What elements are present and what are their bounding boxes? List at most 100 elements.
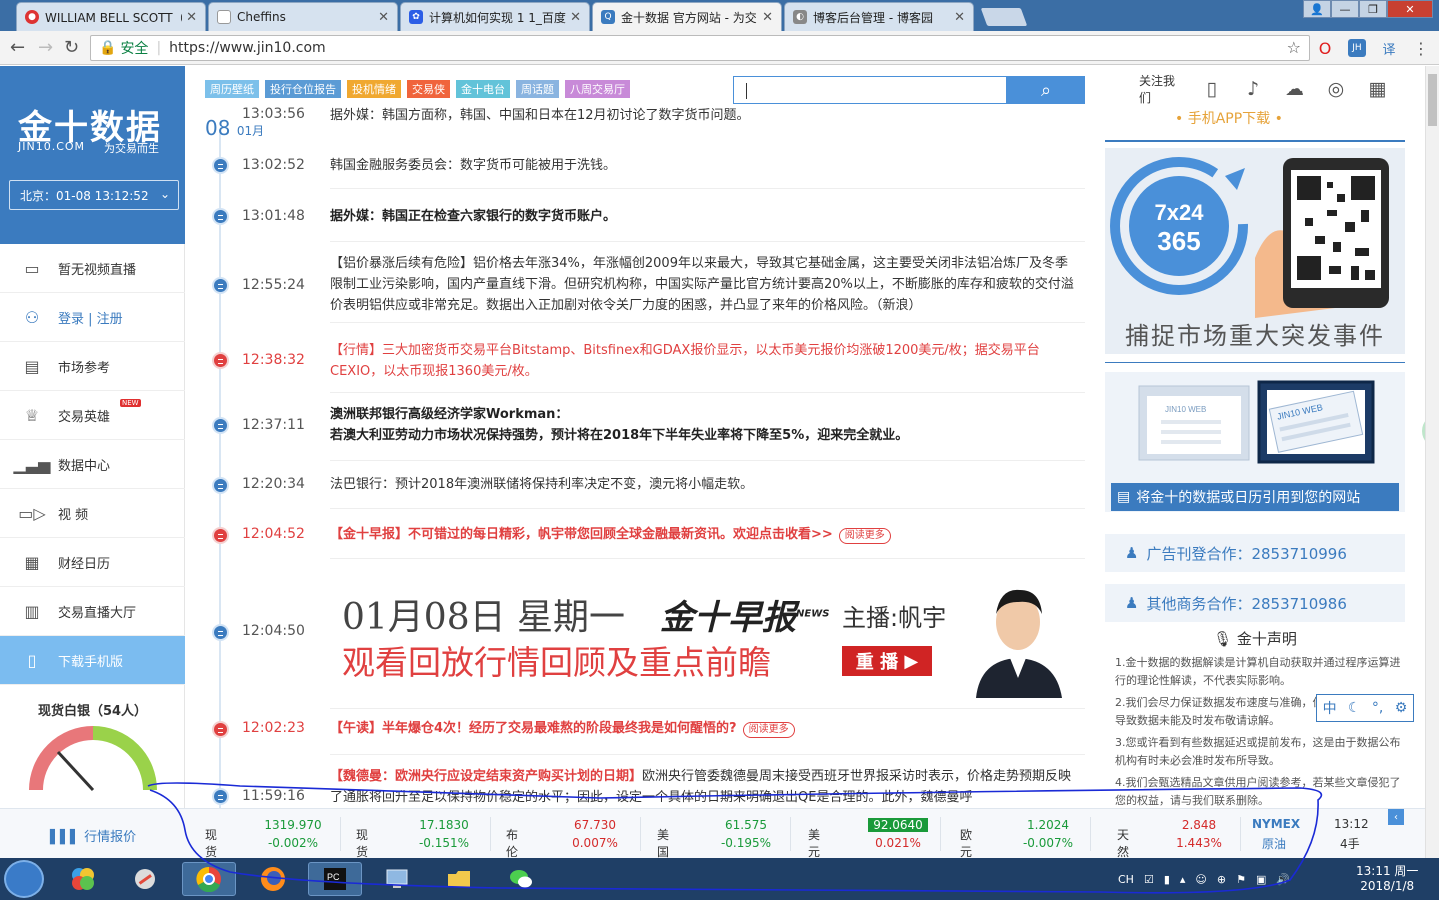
- page-scrollbar[interactable]: [1425, 66, 1439, 858]
- forward-arrow-icon[interactable]: →: [38, 37, 53, 58]
- weibo-icon[interactable]: ◎: [1322, 76, 1349, 102]
- window-controls: 👤 — ❐ ✕: [1303, 0, 1433, 18]
- close-tab-icon[interactable]: ✕: [186, 10, 197, 25]
- restore-icon[interactable]: ❐: [1359, 0, 1387, 18]
- tab-william-bell-scott[interactable]: ● WILLIAM BELL SCOTT（ ✕: [16, 2, 206, 31]
- tray-emoji-icon[interactable]: ☺: [1195, 873, 1206, 886]
- sidebar-item-download-mobile[interactable]: ▯ 下载手机版: [0, 636, 185, 685]
- baidu-paw-icon: ✿: [409, 10, 423, 24]
- sidebar-item-market-reference[interactable]: ▤ 市场参考: [0, 342, 185, 391]
- mobile-icon[interactable]: ▯: [1198, 76, 1225, 102]
- read-more-button[interactable]: 阅读更多: [742, 722, 795, 738]
- tools-app-icon[interactable]: [118, 862, 172, 896]
- tab-jin10[interactable]: Q 金十数据 官方网站 - 为交 ✕: [592, 2, 782, 31]
- color-ball-app-icon[interactable]: [56, 862, 110, 896]
- tray-show-hidden-icon[interactable]: ▴: [1180, 873, 1186, 886]
- chevron-left-icon[interactable]: ‹: [1388, 809, 1404, 825]
- embed-widget-panel[interactable]: JIN10 WEB JIN10 WEB ▤ 将金十的数据或日历引用到您的网站: [1105, 372, 1405, 512]
- news-dot-icon: [212, 417, 229, 434]
- news-dot-icon: [212, 527, 229, 544]
- business-cooperation[interactable]: ♟ 其他商务合作：2853710986: [1105, 584, 1405, 622]
- back-arrow-icon[interactable]: ←: [10, 37, 25, 58]
- window-close-icon[interactable]: ✕: [1387, 0, 1433, 18]
- tray-usb-icon[interactable]: ▮: [1164, 873, 1170, 886]
- scrollbar-thumb[interactable]: [1428, 74, 1437, 126]
- search-icon: ⌕: [1040, 79, 1052, 101]
- ime-language-indicator[interactable]: CH: [1118, 873, 1134, 886]
- kebab-menu-icon[interactable]: ⋮: [1412, 39, 1430, 58]
- search-input[interactable]: [733, 76, 1007, 104]
- timeline-line: [219, 130, 221, 808]
- tag-jin10-radio[interactable]: 金十电台: [456, 80, 510, 98]
- silver-sentiment-title: 现货白银（54人）: [37, 704, 148, 719]
- tray-volume-icon[interactable]: 🔊: [1276, 873, 1290, 886]
- live-chart-icon: ▥: [24, 601, 40, 621]
- tag-weekly-wallpaper[interactable]: 周历壁纸: [205, 80, 259, 98]
- tag-eight-week-hall[interactable]: 八周交易厅: [565, 80, 630, 98]
- chrome-app-icon[interactable]: [182, 862, 236, 896]
- close-tab-icon[interactable]: ✕: [762, 10, 773, 25]
- windows-start-icon[interactable]: [4, 860, 44, 898]
- tag-speculative-sentiment[interactable]: 投机情绪: [347, 80, 401, 98]
- ad-cooperation[interactable]: ♟ 广告刊登合作：2853710996: [1105, 534, 1405, 572]
- tag-trade-hero[interactable]: 交易侠: [407, 80, 450, 98]
- tag-bank-position-report[interactable]: 投行仓位报告: [265, 80, 341, 98]
- ime-toolbar[interactable]: 中 ☾ °, ⚙: [1316, 694, 1414, 722]
- new-tab-button[interactable]: [980, 8, 1028, 26]
- beijing-clock-select[interactable]: 北京：01-08 13:12:52 ⌄: [9, 180, 179, 210]
- bookmark-star-icon[interactable]: ☆: [1287, 38, 1301, 57]
- ime-chinese-mode[interactable]: 中: [1323, 698, 1337, 718]
- wechat-icon[interactable]: ☁: [1281, 76, 1308, 102]
- close-tab-icon[interactable]: ✕: [570, 10, 581, 25]
- settings-gear-icon[interactable]: ⚙: [1395, 700, 1408, 716]
- tray-flag-icon[interactable]: ⚑: [1236, 873, 1246, 886]
- replay-button[interactable]: 重 播 ▶: [842, 646, 932, 676]
- tab-cheffins[interactable]: Cheffins ✕: [208, 2, 398, 31]
- tab-baidu[interactable]: ✿ 计算机如何实现 1 1_百度 ✕: [400, 2, 590, 31]
- firefox-app-icon[interactable]: [246, 862, 300, 896]
- app-promo-panel[interactable]: 7x24 365 捕捉市场重大突发事件: [1105, 148, 1405, 354]
- sidebar-item-video[interactable]: ▭▷ 视 频: [0, 489, 185, 538]
- news-dot-icon: [212, 157, 229, 174]
- news-feed: 周历壁纸 投行仓位报告 投机情绪 交易侠 金十电台 周话题 八周交易厅 ⌕ 13…: [185, 66, 1100, 808]
- app-download-link[interactable]: • 手机APP下载 •: [1175, 108, 1283, 128]
- nymex-crude-label[interactable]: 原油: [1262, 835, 1286, 852]
- address-bar[interactable]: 🔒 安全 | https://www.jin10.com ☆: [90, 35, 1310, 61]
- quote-ticker-label[interactable]: ▌▌▌ 行情报价: [50, 826, 136, 845]
- reload-icon[interactable]: ↻: [64, 37, 79, 58]
- tag-weekly-topic[interactable]: 周话题: [516, 80, 559, 98]
- minimize-icon[interactable]: —: [1331, 0, 1359, 18]
- quote-hands: 4手: [1340, 837, 1360, 851]
- search-button[interactable]: ⌕: [1007, 76, 1085, 104]
- sidebar-item-calendar[interactable]: ▦ 财经日历: [0, 538, 185, 587]
- tab-cnblogs[interactable]: ◐ 博客后台管理 - 博客园 ✕: [784, 2, 974, 31]
- jh-extension-icon[interactable]: JH: [1348, 39, 1366, 57]
- morning-report-banner[interactable]: 01月08日 星期一 观看回放行情回顾及重点前瞻 金十早报NEWS 主播:帆宇 …: [330, 576, 1075, 702]
- tray-network-icon[interactable]: ▣: [1256, 873, 1266, 886]
- close-tab-icon[interactable]: ✕: [954, 10, 965, 25]
- monitor-app-icon[interactable]: [370, 862, 424, 896]
- sidebar-item-data-center[interactable]: ▁▃▅ 数据中心: [0, 440, 185, 489]
- sidebar-item-login[interactable]: ⚇ 登录 | 注册: [0, 293, 185, 342]
- grid-icon[interactable]: ▦: [1364, 76, 1391, 102]
- moon-icon[interactable]: ☾: [1348, 700, 1361, 716]
- nymex-label[interactable]: NYMEX: [1252, 817, 1300, 831]
- tray-check-icon[interactable]: ☑: [1144, 873, 1154, 886]
- sidebar-item-trade-hero[interactable]: ♕ 交易英雄 NEW: [0, 391, 185, 440]
- user-icon[interactable]: 👤: [1303, 0, 1331, 18]
- pycharm-app-icon[interactable]: PC: [308, 862, 362, 896]
- punctuation-icon[interactable]: °,: [1372, 700, 1383, 716]
- taskbar-clock[interactable]: 13:11 周一 2018/1/8: [1356, 864, 1418, 894]
- phone-icon: ▯: [27, 650, 37, 670]
- music-note-icon[interactable]: ♪: [1239, 76, 1266, 102]
- jin10-q-icon: Q: [601, 10, 615, 24]
- sidebar-item-video-live[interactable]: ▭ 暂无视频直播: [0, 244, 185, 293]
- close-tab-icon[interactable]: ✕: [378, 10, 389, 25]
- tray-add-icon[interactable]: ⊕: [1217, 873, 1226, 886]
- read-more-button[interactable]: 阅读更多: [838, 528, 891, 544]
- translate-extension-icon[interactable]: 译: [1380, 39, 1398, 58]
- sidebar-item-live-hall[interactable]: ▥ 交易直播大厅: [0, 587, 185, 636]
- wechat-app-icon[interactable]: [494, 862, 548, 896]
- opera-extension-icon[interactable]: O: [1316, 39, 1334, 58]
- folder-app-icon[interactable]: [432, 862, 486, 896]
